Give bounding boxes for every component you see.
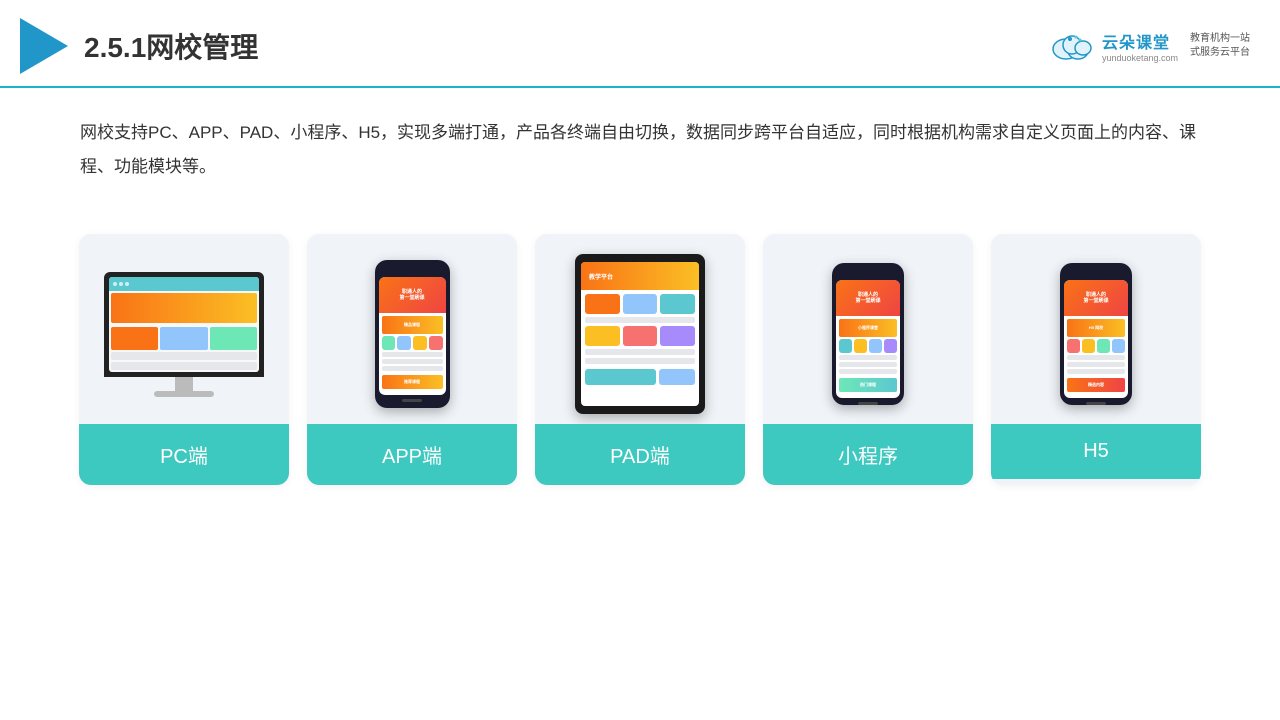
brand-logo bbox=[1050, 31, 1094, 61]
logo-triangle-icon bbox=[20, 18, 68, 74]
page-title: 2.5.1网校管理 bbox=[84, 26, 258, 66]
card-app-label: APP端 bbox=[307, 424, 517, 485]
brand-name: 云朵课堂 bbox=[1102, 29, 1170, 53]
card-pad-label: PAD端 bbox=[535, 424, 745, 485]
cloud-logo-icon bbox=[1050, 31, 1094, 61]
h5-phone-icon: 职通人的第一堂刷课 H5 网校 bbox=[1060, 263, 1132, 405]
miniprogram-phone-icon: 职通人的第一堂刷课 小程序课堂 bbox=[832, 263, 904, 405]
card-pc-image bbox=[79, 234, 289, 424]
app-phone-icon: 职通人的第一堂刷课 精品课程 bbox=[375, 260, 450, 408]
header-left: 2.5.1网校管理 bbox=[20, 18, 258, 74]
brand-text-block: 云朵课堂 yunduoketang.com bbox=[1102, 29, 1178, 63]
card-miniprogram-image: 职通人的第一堂刷课 小程序课堂 bbox=[763, 234, 973, 424]
brand-slogan: 教育机构一站式服务云平台 bbox=[1190, 32, 1250, 60]
pc-monitor-icon bbox=[104, 272, 264, 397]
card-app: 职通人的第一堂刷课 精品课程 bbox=[307, 234, 517, 485]
card-pc-label: PC端 bbox=[79, 424, 289, 485]
card-miniprogram-label: 小程序 bbox=[763, 424, 973, 485]
pad-tablet-icon: 教学平台 bbox=[575, 254, 705, 414]
card-pad-image: 教学平台 bbox=[535, 234, 745, 424]
card-pad: 教学平台 bbox=[535, 234, 745, 485]
card-miniprogram: 职通人的第一堂刷课 小程序课堂 bbox=[763, 234, 973, 485]
header-right: 云朵课堂 yunduoketang.com 教育机构一站式服务云平台 bbox=[1050, 29, 1250, 63]
card-pc: PC端 bbox=[79, 234, 289, 485]
card-h5-image: 职通人的第一堂刷课 H5 网校 bbox=[991, 234, 1201, 424]
header: 2.5.1网校管理 云朵课堂 yunduoketang.com 教育机构一站式服… bbox=[0, 0, 1280, 88]
description: 网校支持PC、APP、PAD、小程序、H5，实现多端打通，产品各终端自由切换，数… bbox=[0, 88, 1280, 204]
description-text: 网校支持PC、APP、PAD、小程序、H5，实现多端打通，产品各终端自由切换，数… bbox=[80, 116, 1200, 184]
card-h5: 职通人的第一堂刷课 H5 网校 bbox=[991, 234, 1201, 485]
brand-url: yunduoketang.com bbox=[1102, 53, 1178, 63]
card-h5-label: H5 bbox=[991, 424, 1201, 479]
card-app-image: 职通人的第一堂刷课 精品课程 bbox=[307, 234, 517, 424]
cards-container: PC端 职通人的第一堂刷课 精品课程 bbox=[0, 214, 1280, 505]
